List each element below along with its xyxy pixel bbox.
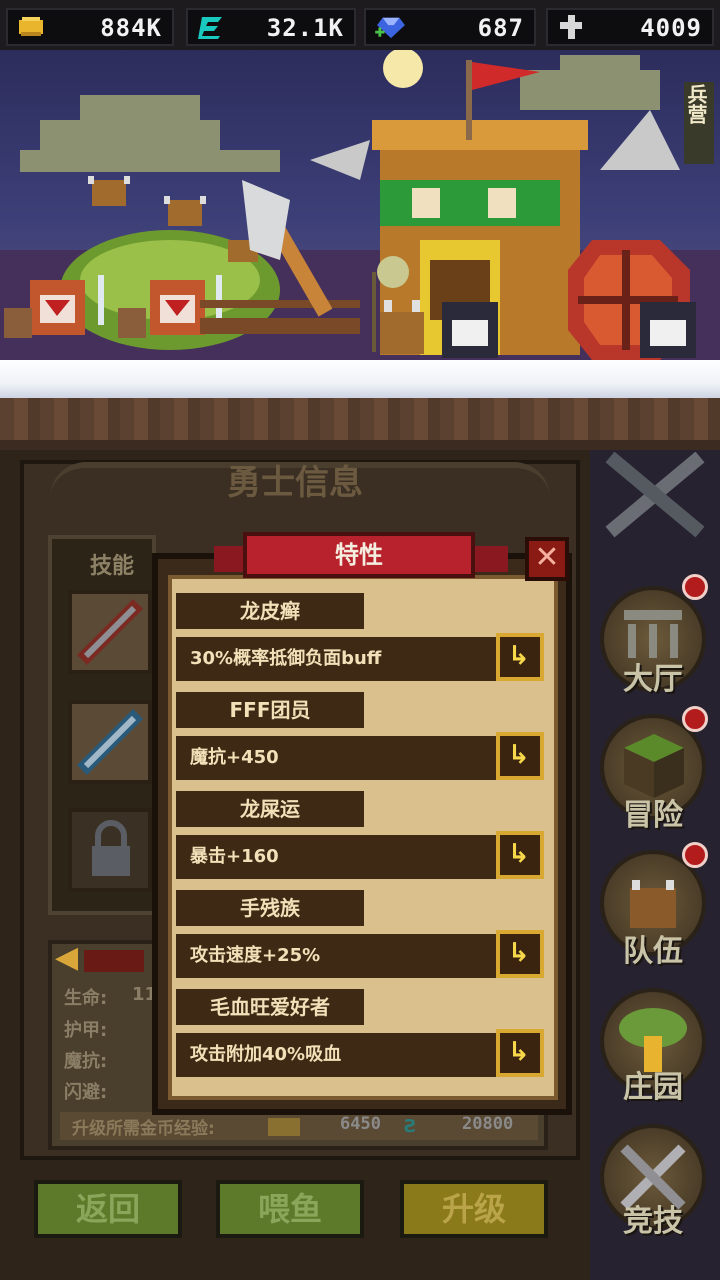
notification-dot: [682, 842, 708, 868]
hero-name-bar: [84, 950, 144, 972]
skill-slot-2[interactable]: [68, 700, 152, 784]
feed-fish-button[interactable]: 喂鱼: [216, 1180, 364, 1238]
trait-reroll-button[interactable]: ↳: [496, 633, 544, 681]
hp-label: 生命:: [64, 988, 108, 1009]
energy-value: 32.1K: [266, 14, 344, 42]
trait-reroll-button[interactable]: ↳: [496, 1029, 544, 1077]
ribbon-tail-right: [474, 546, 508, 572]
gold-icon: [268, 1118, 300, 1136]
trait-reroll-button[interactable]: ↳: [496, 732, 544, 780]
refresh-icon: ↳: [508, 641, 530, 671]
gold-icon: [19, 17, 43, 36]
trait-name: 龙皮癣: [176, 593, 364, 629]
trait-desc: 魔抗+450: [176, 736, 496, 780]
refresh-icon: ↳: [508, 1037, 530, 1067]
trait-desc: 攻击附加40%吸血: [176, 1033, 496, 1077]
cross-counter[interactable]: 4009: [546, 8, 714, 46]
crossed-swords-icon: [605, 452, 705, 538]
trait-desc: 暴击+160: [176, 835, 496, 879]
gem-value: 687: [477, 14, 524, 42]
notification-dot: [682, 574, 708, 600]
gem-icon: [375, 17, 405, 39]
refresh-icon: ↳: [508, 938, 530, 968]
magic-res-label: 魔抗:: [64, 1051, 108, 1072]
skill-slot-1[interactable]: [68, 590, 152, 674]
sidebar-label-adventure: 冒险: [623, 798, 683, 833]
sidebar-label-arena: 竞技: [623, 1204, 683, 1239]
sidebar-label-manor: 庄园: [623, 1070, 683, 1105]
trait-name: 手残族: [176, 890, 364, 926]
notification-dot: [682, 706, 708, 732]
trait-name: 龙屎运: [176, 791, 364, 827]
close-icon: ✕: [534, 540, 560, 575]
skill-slot-locked[interactable]: [68, 808, 152, 892]
upgrade-gold-value: 6450: [340, 1114, 381, 1134]
close-button[interactable]: ✕: [525, 537, 569, 581]
fence-icon: [200, 318, 360, 334]
barracks-label[interactable]: 兵营: [684, 84, 714, 124]
skill-tab[interactable]: 技能: [60, 548, 164, 580]
sidebar-label-team: 队伍: [623, 934, 683, 969]
back-button[interactable]: 返回: [34, 1180, 182, 1238]
cross-icon: [560, 15, 582, 39]
resource-bar: 884K 32.1K 687 4009: [0, 0, 720, 50]
upgrade-exp-value: 20800: [462, 1114, 514, 1134]
refresh-icon: ↳: [508, 740, 530, 770]
energy-counter[interactable]: 32.1K: [186, 8, 356, 46]
gold-value: 884K: [100, 14, 162, 42]
ice-sword-skill-icon: [77, 709, 143, 775]
gem-counter[interactable]: 687: [364, 8, 536, 46]
trait-reroll-button[interactable]: ↳: [496, 831, 544, 879]
arrow-left-icon[interactable]: ◀: [55, 940, 78, 975]
trait-name: FFF团员: [176, 692, 364, 728]
cross-value: 4009: [640, 14, 702, 42]
dialog-title: 特性: [243, 532, 475, 578]
dodge-label: 闪避:: [64, 1082, 108, 1103]
energy-icon: [198, 17, 222, 39]
trait-desc: 30%概率抵御负面buff: [176, 637, 496, 681]
panel-title: 勇士信息: [227, 463, 363, 503]
sidebar-label-hall: 大厅: [623, 662, 683, 697]
trait-reroll-button[interactable]: ↳: [496, 930, 544, 978]
refresh-icon: ↳: [508, 839, 530, 869]
moon-icon: [383, 50, 423, 88]
sword-skill-icon: [77, 599, 143, 665]
lock-icon: [92, 820, 130, 876]
scene-illustration: [0, 50, 720, 360]
battle-scene: 兵营: [0, 50, 720, 360]
energy-icon: Ƨ: [404, 1116, 417, 1137]
upgrade-cost-label: 升级所需金币经验:: [72, 1119, 215, 1139]
upgrade-button[interactable]: 升级: [400, 1180, 548, 1238]
dirt-ground: [0, 398, 720, 450]
trait-desc: 攻击速度+25%: [176, 934, 496, 978]
trait-name: 毛血旺爱好者: [176, 989, 364, 1025]
armor-label: 护甲:: [64, 1020, 108, 1041]
gold-counter[interactable]: 884K: [6, 8, 174, 46]
snow-ground: [0, 360, 720, 400]
